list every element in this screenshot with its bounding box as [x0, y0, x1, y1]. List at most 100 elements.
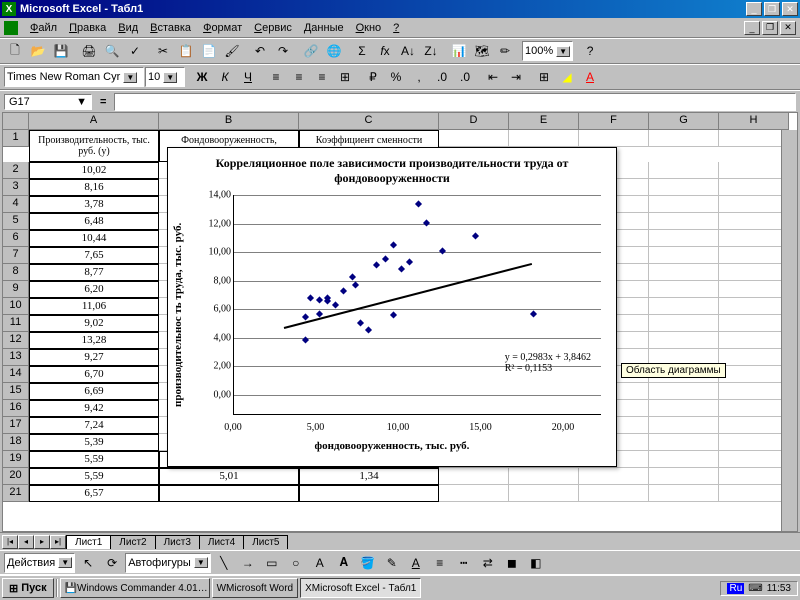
align-left-button[interactable]: ≡	[265, 66, 287, 88]
row-header[interactable]: 10	[3, 298, 29, 315]
cell[interactable]	[719, 196, 789, 213]
row-header[interactable]: 8	[3, 264, 29, 281]
textbox-button[interactable]: A	[309, 552, 331, 574]
cell[interactable]	[719, 247, 789, 264]
currency-button[interactable]: ₽	[362, 66, 384, 88]
cell[interactable]	[579, 485, 649, 502]
cell[interactable]	[649, 130, 719, 147]
column-header[interactable]: E	[509, 113, 579, 130]
cell[interactable]	[649, 485, 719, 502]
3d-button[interactable]: ◧	[525, 552, 547, 574]
cell[interactable]	[649, 332, 719, 349]
cell[interactable]	[719, 434, 789, 451]
cell[interactable]	[439, 485, 509, 502]
cell[interactable]	[719, 417, 789, 434]
row-header[interactable]: 21	[3, 485, 29, 502]
doc-restore-button[interactable]: ❐	[762, 21, 778, 35]
align-center-button[interactable]: ≡	[288, 66, 310, 88]
taskbar-item[interactable]: 💾 Windows Commander 4.01…	[60, 578, 210, 598]
menu-item[interactable]: ?	[387, 20, 405, 36]
decrease-indent-button[interactable]: ⇤	[482, 66, 504, 88]
cell[interactable]	[719, 162, 789, 179]
autosum-button[interactable]: Σ	[351, 40, 373, 62]
column-header[interactable]: G	[649, 113, 719, 130]
help-button[interactable]: ?	[579, 40, 601, 62]
cell[interactable]	[719, 332, 789, 349]
cell[interactable]: 6,48	[29, 213, 159, 230]
cell[interactable]	[439, 130, 509, 147]
cell[interactable]	[649, 400, 719, 417]
rectangle-button[interactable]: ▭	[261, 552, 283, 574]
sheet-tab[interactable]: Лист1	[66, 535, 111, 549]
column-header[interactable]: H	[719, 113, 789, 130]
row-header[interactable]: 17	[3, 417, 29, 434]
cell[interactable]: 6,69	[29, 383, 159, 400]
cell[interactable]	[719, 485, 789, 502]
oval-button[interactable]: ○	[285, 552, 307, 574]
column-header[interactable]: C	[299, 113, 439, 130]
merge-button[interactable]: ⊞	[334, 66, 356, 88]
arrow-style-button[interactable]: ⇄	[477, 552, 499, 574]
column-header[interactable]: F	[579, 113, 649, 130]
new-button[interactable]: 🗋	[4, 40, 26, 62]
menu-item[interactable]: Сервис	[248, 20, 298, 36]
cell[interactable]: 10,02	[29, 162, 159, 179]
menu-item[interactable]: Правка	[63, 20, 112, 36]
cell[interactable]	[719, 298, 789, 315]
decrease-decimal-button[interactable]: .0	[454, 66, 476, 88]
cell[interactable]: 10,44	[29, 230, 159, 247]
tab-first-button[interactable]: |◂	[2, 535, 18, 549]
sheet-tab[interactable]: Лист2	[110, 535, 155, 549]
row-header[interactable]: 5	[3, 213, 29, 230]
tab-prev-button[interactable]: ◂	[18, 535, 34, 549]
line-color-button[interactable]: ✎	[381, 552, 403, 574]
start-button[interactable]: ⊞ Пуск	[2, 578, 54, 598]
underline-button[interactable]: Ч	[237, 66, 259, 88]
map-button[interactable]: 🗺	[471, 40, 493, 62]
name-box[interactable]: G17▼	[4, 94, 92, 110]
sort-desc-button[interactable]: Z↓	[420, 40, 442, 62]
cell[interactable]	[649, 264, 719, 281]
align-right-button[interactable]: ≡	[311, 66, 333, 88]
cell[interactable]: 13,28	[29, 332, 159, 349]
font-color-draw-button[interactable]: A	[405, 552, 427, 574]
fill-color-draw-button[interactable]: 🪣	[357, 552, 379, 574]
row-header[interactable]: 2	[3, 162, 29, 179]
print-button[interactable]: 🖨	[78, 40, 100, 62]
font-size-combo[interactable]: 10▼	[145, 67, 185, 87]
cell[interactable]	[649, 451, 719, 468]
row-header[interactable]: 4	[3, 196, 29, 213]
cell[interactable]	[439, 468, 509, 485]
cell[interactable]: 8,77	[29, 264, 159, 281]
menu-item[interactable]: Вставка	[144, 20, 197, 36]
row-header[interactable]: 20	[3, 468, 29, 485]
cell[interactable]	[649, 162, 719, 179]
system-tray[interactable]: Ru ⌨ 11:53	[720, 581, 798, 596]
column-header[interactable]: B	[159, 113, 299, 130]
row-header[interactable]: 9	[3, 281, 29, 298]
doc-close-button[interactable]: ✕	[780, 21, 796, 35]
cell[interactable]	[719, 230, 789, 247]
cell[interactable]	[299, 485, 439, 502]
spelling-button[interactable]: ✓	[124, 40, 146, 62]
zoom-combo[interactable]: 100%▼	[522, 41, 573, 61]
arrow-button[interactable]: →	[237, 552, 259, 574]
row-header[interactable]: 7	[3, 247, 29, 264]
row-header[interactable]: 6	[3, 230, 29, 247]
sheet-tab[interactable]: Лист5	[243, 535, 288, 549]
menu-item[interactable]: Вид	[112, 20, 144, 36]
rotate-button[interactable]: ⟳	[101, 552, 123, 574]
draw-menu[interactable]: Действия▼	[4, 553, 75, 573]
row-header[interactable]: 18	[3, 434, 29, 451]
menu-item[interactable]: Файл	[24, 20, 63, 36]
save-button[interactable]: 💾	[50, 40, 72, 62]
row-header[interactable]: 1	[3, 130, 29, 147]
row-header[interactable]: 19	[3, 451, 29, 468]
cell[interactable]: 6,20	[29, 281, 159, 298]
paste-button[interactable]: 📄	[198, 40, 220, 62]
cell[interactable]	[649, 298, 719, 315]
cell[interactable]	[719, 349, 789, 366]
cell[interactable]	[509, 468, 579, 485]
vertical-scrollbar[interactable]	[781, 130, 797, 531]
cell[interactable]	[159, 485, 299, 502]
